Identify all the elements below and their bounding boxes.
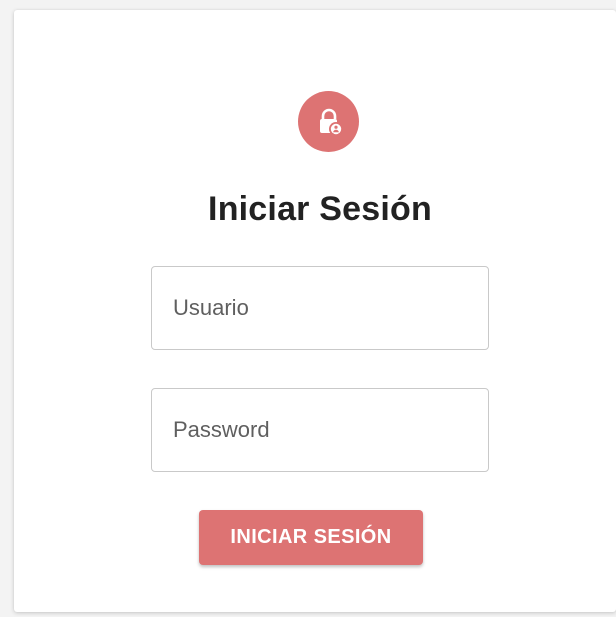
- username-input[interactable]: [152, 267, 488, 349]
- avatar: [298, 91, 359, 152]
- page: Iniciar Sesión INICIAR SESIÓN: [0, 0, 616, 617]
- password-field[interactable]: [151, 388, 489, 472]
- username-field[interactable]: [151, 266, 489, 350]
- lock-person-icon: [314, 107, 344, 137]
- page-title: Iniciar Sesión: [208, 190, 432, 228]
- login-button[interactable]: INICIAR SESIÓN: [199, 510, 423, 565]
- password-input[interactable]: [152, 389, 488, 471]
